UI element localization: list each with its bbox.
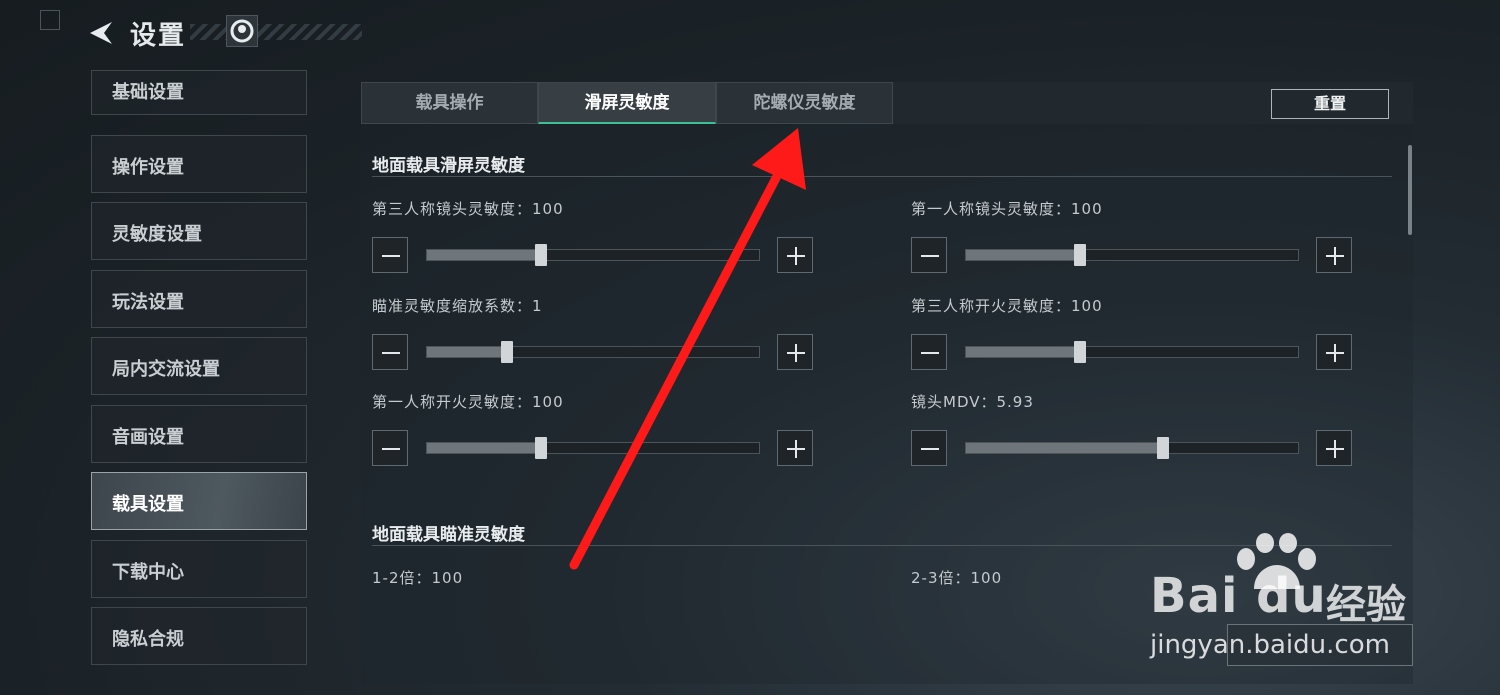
sidebar-item-privacy[interactable]: 隐私合规 (91, 607, 307, 665)
increase-button[interactable] (777, 237, 813, 273)
plus-icon (1326, 344, 1344, 362)
sidebar-item-label: 下载中心 (112, 562, 184, 583)
tab-bar: 载具操作 滑屏灵敏度 陀螺仪灵敏度 (361, 82, 1413, 124)
slider-fill (966, 443, 1164, 453)
sidebar-item-audio-video[interactable]: 音画设置 (91, 405, 307, 463)
slider-label: 镜头MDV：5.93 (911, 393, 1034, 411)
slider-thumb[interactable] (534, 437, 547, 459)
decrease-button[interactable] (911, 334, 947, 370)
zoom-2-3-label: 2-3倍：100 (911, 569, 1003, 587)
avatar-icon (230, 19, 254, 43)
slider-fill (966, 347, 1080, 357)
slider-fill (427, 250, 541, 260)
slider-label: 第三人称镜头灵敏度：100 (372, 200, 564, 218)
page-title: 设置 (130, 21, 187, 51)
decrease-button[interactable] (372, 334, 408, 370)
slider-track[interactable] (426, 437, 760, 459)
plus-icon (787, 247, 805, 265)
sidebar-item-downloads[interactable]: 下载中心 (91, 540, 307, 598)
slider-label: 第一人称镜头灵敏度：100 (911, 200, 1103, 218)
increase-button[interactable] (1316, 334, 1352, 370)
corner-checkbox (40, 10, 60, 30)
watermark-brand: Bai du (1150, 568, 1327, 624)
zoom-1-2-label: 1-2倍：100 (372, 569, 464, 587)
increase-button[interactable] (777, 430, 813, 466)
slider-label: 第一人称开火灵敏度：100 (372, 393, 564, 411)
minus-icon (921, 352, 939, 354)
tab-vehicle-controls[interactable]: 载具操作 (361, 82, 538, 124)
slider-thumb[interactable] (1073, 244, 1086, 266)
sidebar-item-sensitivity[interactable]: 灵敏度设置 (91, 202, 307, 260)
header-decor-stripe (190, 24, 362, 40)
decrease-button[interactable] (372, 430, 408, 466)
sidebar-item-controls[interactable]: 操作设置 (91, 135, 307, 193)
minus-icon (921, 448, 939, 450)
slider-thumb[interactable] (1073, 341, 1086, 363)
slider-fill (427, 347, 508, 357)
slider-track[interactable] (426, 341, 760, 363)
minus-icon (382, 255, 400, 257)
watermark-url: jingyan.baidu.com (1150, 630, 1390, 660)
sidebar-item-label: 基础设置 (112, 82, 184, 103)
decrease-button[interactable] (911, 430, 947, 466)
increase-button[interactable] (1316, 430, 1352, 466)
slider-fill (427, 443, 541, 453)
sidebar-item-label: 局内交流设置 (112, 359, 220, 380)
increase-button[interactable] (1316, 237, 1352, 273)
section-divider (372, 176, 1392, 177)
sidebar-item-gameplay[interactable]: 玩法设置 (91, 270, 307, 328)
plus-icon (1326, 247, 1344, 265)
slider-label: 第三人称开火灵敏度：100 (911, 297, 1103, 315)
sidebar-item-basic[interactable]: 基础设置 (91, 70, 307, 115)
sidebar-item-label: 音画设置 (112, 427, 184, 448)
slider-thumb[interactable] (1157, 437, 1170, 459)
slider-track[interactable] (426, 244, 760, 266)
back-arrow-icon[interactable] (86, 18, 116, 48)
sidebar-item-communication[interactable]: 局内交流设置 (91, 337, 307, 395)
scrollbar[interactable] (1408, 145, 1412, 235)
sidebar-item-label: 玩法设置 (112, 292, 184, 313)
minus-icon (382, 352, 400, 354)
slider-track[interactable] (965, 244, 1299, 266)
slider-track[interactable] (965, 341, 1299, 363)
slider-label: 瞄准灵敏度缩放系数：1 (372, 297, 543, 315)
avatar[interactable] (226, 15, 258, 47)
sidebar-item-vehicle[interactable]: 载具设置 (91, 472, 307, 530)
slider-thumb[interactable] (501, 341, 514, 363)
plus-icon (787, 440, 805, 458)
plus-icon (1326, 440, 1344, 458)
tab-swipe-sensitivity[interactable]: 滑屏灵敏度 (538, 82, 716, 124)
decrease-button[interactable] (911, 237, 947, 273)
tab-gyroscope-sensitivity[interactable]: 陀螺仪灵敏度 (716, 82, 893, 124)
increase-button[interactable] (777, 334, 813, 370)
slider-fill (966, 250, 1080, 260)
plus-icon (787, 344, 805, 362)
minus-icon (382, 448, 400, 450)
minus-icon (921, 255, 939, 257)
sidebar-item-label: 灵敏度设置 (112, 224, 202, 245)
slider-thumb[interactable] (534, 244, 547, 266)
section-title: 地面载具瞄准灵敏度 (372, 525, 525, 545)
slider-track[interactable] (965, 437, 1299, 459)
sidebar-item-label: 操作设置 (112, 157, 184, 178)
sidebar-item-label: 隐私合规 (112, 629, 184, 650)
sidebar-item-label: 载具设置 (112, 494, 184, 515)
reset-button[interactable]: 重置 (1271, 89, 1389, 119)
watermark-name: 经验 (1326, 582, 1406, 628)
decrease-button[interactable] (372, 237, 408, 273)
section-title: 地面载具滑屏灵敏度 (372, 156, 525, 176)
